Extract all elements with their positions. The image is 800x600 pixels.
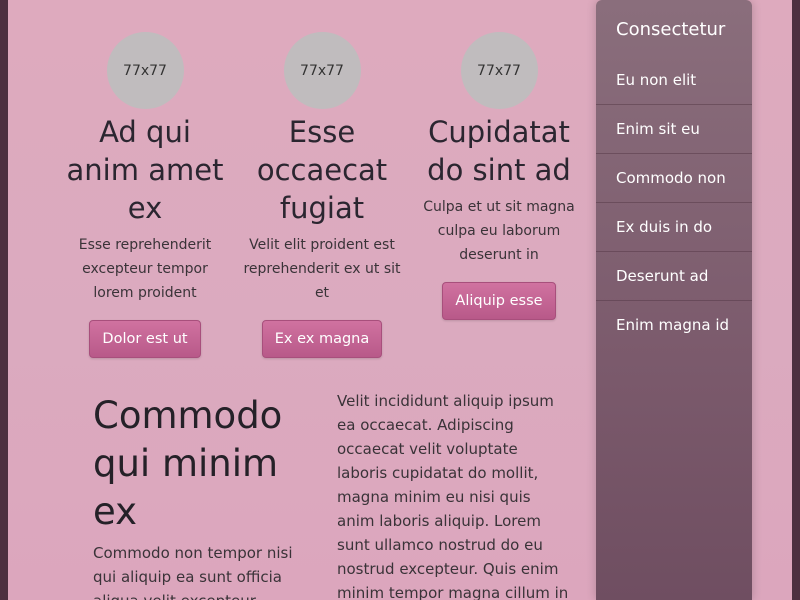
thumbnail-label: 77x77 (123, 62, 167, 79)
card-button[interactable]: Ex ex magna (261, 320, 383, 358)
card-button[interactable]: Dolor est ut (89, 320, 201, 358)
card-2: 77x77 Esse occaecat fugiat Velit elit pr… (238, 32, 406, 358)
sidebar-item[interactable]: Enim sit eu (596, 105, 752, 154)
thumbnail-label: 77x77 (300, 62, 344, 79)
card-text: Esse reprehenderit excepteur tempor lore… (78, 237, 212, 301)
card-text: Velit elit proident est reprehenderit ex… (243, 237, 401, 301)
page: 77x77 Ad qui anim amet ex Esse reprehend… (8, 0, 792, 600)
card-3: 77x77 Cupidatat do sint ad Culpa et ut s… (415, 32, 583, 320)
thumbnail-placeholder: 77x77 (283, 32, 361, 109)
card-text: Culpa et ut sit magna culpa eu laborum d… (423, 199, 575, 263)
card-button[interactable]: Aliquip esse (442, 282, 556, 320)
card-title: Ad qui anim amet ex (66, 115, 224, 225)
thumbnail-label: 77x77 (477, 62, 521, 79)
thumbnail-placeholder: 77x77 (106, 32, 184, 109)
thumbnail-placeholder: 77x77 (460, 32, 538, 109)
sidebar-item[interactable]: Deserunt ad (596, 252, 752, 301)
card-title: Esse occaecat fugiat (256, 115, 388, 225)
sidebar-title: Consectetur (616, 19, 726, 40)
sidebar-item[interactable]: Commodo non (596, 154, 752, 203)
sidebar-item[interactable]: Ex duis in do (596, 203, 752, 252)
sidebar-item[interactable]: Eu non elit (596, 56, 752, 105)
card-title: Cupidatat do sint ad (427, 115, 571, 187)
sidebar: Consectetur Eu non elit Enim sit eu Comm… (596, 0, 752, 600)
feature-text: Commodo non tempor nisi qui aliquip ea s… (93, 544, 293, 600)
sidebar-item[interactable]: Enim magna id (596, 301, 752, 350)
body-paragraph: Velit incididunt aliquip ipsum ea occaec… (337, 392, 569, 600)
card-1: 77x77 Ad qui anim amet ex Esse reprehend… (61, 32, 229, 358)
feature-title: Commodo qui minim ex (93, 394, 283, 533)
